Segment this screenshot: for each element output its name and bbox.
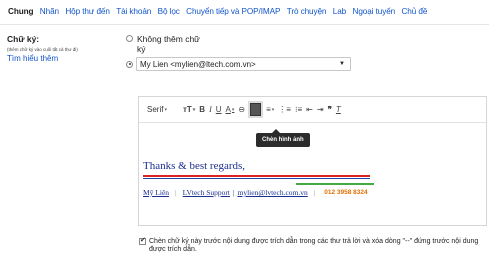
font-size-icon[interactable]: ᴛT bbox=[181, 102, 197, 118]
signature-email[interactable]: mylien@lvtech.com.vn bbox=[238, 188, 308, 197]
tabs-divider bbox=[0, 24, 489, 25]
font-family-select[interactable]: Serif bbox=[145, 102, 181, 118]
signature-accent-green bbox=[296, 183, 374, 185]
editor-toolbar: Serif ᴛT B I U A ⊖ ≡ ⋮≡ ⁝≡ ⇤ ⇥ ❞ T bbox=[139, 97, 486, 123]
pipe-divider: | bbox=[233, 188, 235, 197]
pipe-divider: | bbox=[313, 188, 316, 197]
identity-select[interactable]: My Lien <mylien@ltech.com.vn> ▼ bbox=[136, 57, 351, 71]
remove-formatting-icon[interactable]: T bbox=[334, 102, 343, 118]
italic-icon[interactable]: I bbox=[207, 102, 214, 118]
no-signature-label: Không thêm chữ ký bbox=[137, 34, 200, 54]
signature-divider-red bbox=[143, 175, 370, 177]
align-icon[interactable]: ≡ bbox=[264, 102, 276, 118]
tab-general[interactable]: Chung bbox=[7, 5, 37, 23]
signature-label: Chữ ký: bbox=[7, 34, 40, 44]
signature-note: (thêm chữ ký vào cuối tất cả thư đi) bbox=[7, 47, 78, 52]
text-color-icon[interactable]: A bbox=[224, 102, 237, 118]
signature-radio-selected[interactable] bbox=[126, 60, 133, 68]
quote-icon[interactable]: ❞ bbox=[326, 102, 334, 118]
signature-details: Mỹ Liên | LVtech Support | mylien@lvtech… bbox=[143, 188, 368, 197]
signature-name: Mỹ Liên bbox=[143, 188, 170, 197]
tab-labs[interactable]: Lab bbox=[330, 5, 350, 23]
signature-phone: 012 3958 8324 bbox=[324, 189, 368, 196]
settings-tabs: Chung Nhãn Hộp thư đến Tài khoản Bộ lọc … bbox=[7, 5, 487, 23]
signature-greeting: Thanks & best regards, bbox=[143, 160, 246, 172]
signature-editor[interactable]: Serif ᴛT B I U A ⊖ ≡ ⋮≡ ⁝≡ ⇤ ⇥ ❞ T Chèn … bbox=[138, 96, 487, 226]
underline-icon[interactable]: U bbox=[214, 102, 224, 118]
bulleted-list-icon[interactable]: ⁝≡ bbox=[293, 102, 304, 118]
signature-company[interactable]: LVtech Support bbox=[183, 188, 230, 197]
tab-forwarding[interactable]: Chuyển tiếp và POP/IMAP bbox=[183, 5, 284, 23]
pipe-divider: | bbox=[175, 188, 177, 197]
tab-filters[interactable]: Bộ lọc bbox=[154, 5, 183, 23]
numbered-list-icon[interactable]: ⋮≡ bbox=[276, 102, 293, 118]
insert-before-quote-checkbox[interactable] bbox=[139, 237, 146, 245]
tab-themes[interactable]: Chủ đề bbox=[398, 5, 430, 23]
editor-content[interactable]: Thanks & best regards, Mỹ Liên | LVtech … bbox=[139, 123, 486, 226]
signature-identity-option[interactable]: My Lien <mylien@ltech.com.vn> ▼ bbox=[126, 57, 489, 71]
signature-divider-blue bbox=[143, 178, 370, 179]
insert-before-quote-option[interactable]: Chèn chữ ký này trước nội dung được tríc… bbox=[139, 237, 489, 254]
signature-options: Không thêm chữ ký My Lien <mylien@ltech.… bbox=[126, 34, 489, 71]
insert-before-quote-label: Chèn chữ ký này trước nội dung được tríc… bbox=[149, 238, 479, 253]
tab-chat[interactable]: Trò chuyện bbox=[284, 5, 330, 23]
chevron-down-icon: ▼ bbox=[339, 61, 345, 67]
tab-offline[interactable]: Ngoại tuyến bbox=[349, 5, 398, 23]
identity-select-value: My Lien <mylien@ltech.com.vn> bbox=[140, 59, 256, 69]
link-icon[interactable]: ⊖ bbox=[236, 102, 247, 118]
tab-labels[interactable]: Nhãn bbox=[37, 5, 63, 23]
bold-icon[interactable]: B bbox=[197, 102, 207, 118]
tab-accounts[interactable]: Tài khoản bbox=[113, 5, 154, 23]
no-signature-option[interactable]: Không thêm chữ ký bbox=[126, 34, 489, 54]
learn-more-link[interactable]: Tìm hiểu thêm bbox=[7, 54, 125, 63]
indent-less-icon[interactable]: ⇤ bbox=[304, 102, 315, 118]
no-signature-radio[interactable] bbox=[126, 35, 133, 42]
tab-inbox[interactable]: Hộp thư đến bbox=[62, 5, 113, 23]
signature-section-label: Chữ ký: (thêm chữ ký vào cuối tất cả thư… bbox=[7, 34, 125, 63]
insert-image-icon[interactable] bbox=[250, 103, 262, 116]
indent-more-icon[interactable]: ⇥ bbox=[315, 102, 326, 118]
